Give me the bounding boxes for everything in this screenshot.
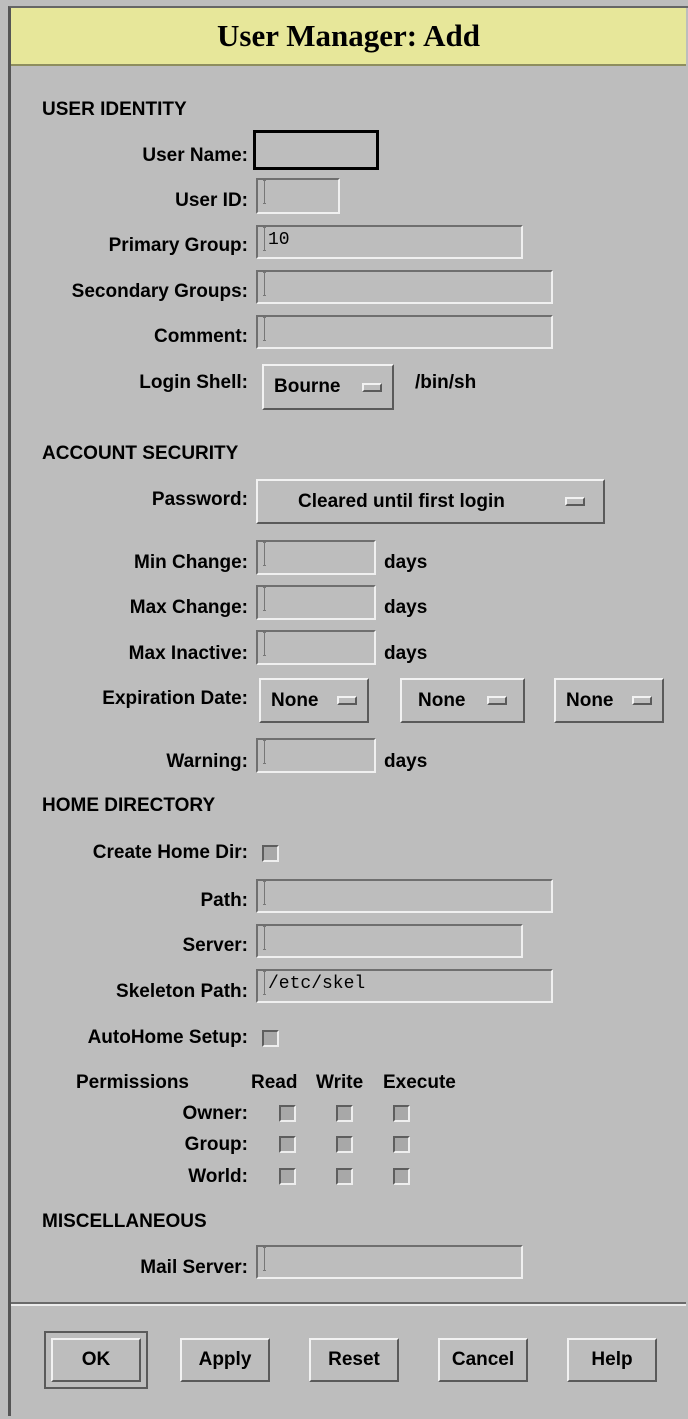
owner-read-checkbox[interactable] bbox=[279, 1105, 296, 1122]
comment-label: Comment: bbox=[154, 326, 248, 347]
button-area-separator bbox=[11, 1302, 686, 1306]
option-menu-indicator-icon bbox=[487, 696, 507, 705]
server-input[interactable] bbox=[256, 924, 523, 958]
expiration-year-option: None bbox=[566, 689, 614, 711]
option-menu-indicator-icon bbox=[565, 497, 585, 506]
permissions-header: Permissions bbox=[76, 1072, 189, 1093]
text-cursor-icon bbox=[263, 272, 266, 297]
section-miscellaneous: MISCELLANEOUS bbox=[42, 1211, 207, 1232]
owner-write-checkbox[interactable] bbox=[336, 1105, 353, 1122]
world-execute-checkbox[interactable] bbox=[393, 1168, 410, 1185]
mail-server-input[interactable] bbox=[256, 1245, 523, 1279]
max-change-input[interactable] bbox=[256, 585, 376, 620]
text-cursor-icon bbox=[263, 632, 266, 657]
group-write-checkbox[interactable] bbox=[336, 1136, 353, 1153]
permissions-row-group: Group: bbox=[184, 1134, 248, 1155]
text-cursor-icon bbox=[263, 881, 266, 906]
cancel-button[interactable]: Cancel bbox=[438, 1338, 528, 1382]
section-account-security: ACCOUNT SECURITY bbox=[42, 443, 239, 464]
primary-group-input[interactable]: 10 bbox=[256, 225, 523, 259]
group-execute-checkbox[interactable] bbox=[393, 1136, 410, 1153]
user-name-label: User Name: bbox=[142, 145, 248, 166]
secondary-groups-input[interactable] bbox=[256, 270, 553, 304]
text-cursor-icon bbox=[263, 317, 266, 342]
skeleton-path-value: /etc/skel bbox=[268, 974, 366, 994]
password-menu[interactable]: Cleared until first login bbox=[256, 479, 605, 524]
path-input[interactable] bbox=[256, 879, 553, 913]
mail-server-label: Mail Server: bbox=[140, 1257, 248, 1278]
window-title: User Manager: Add bbox=[11, 8, 686, 66]
warning-input[interactable] bbox=[256, 738, 376, 773]
min-change-label: Min Change: bbox=[134, 552, 248, 573]
max-inactive-unit: days bbox=[384, 643, 428, 664]
max-inactive-input[interactable] bbox=[256, 630, 376, 665]
reset-button[interactable]: Reset bbox=[309, 1338, 399, 1382]
password-label: Password: bbox=[151, 489, 248, 510]
skeleton-path-input[interactable]: /etc/skel bbox=[256, 969, 553, 1003]
apply-button[interactable]: Apply bbox=[180, 1338, 270, 1382]
expiration-year-menu[interactable]: None bbox=[554, 678, 664, 723]
section-user-identity: USER IDENTITY bbox=[42, 99, 187, 120]
text-cursor-icon bbox=[263, 227, 266, 252]
world-read-checkbox[interactable] bbox=[279, 1168, 296, 1185]
max-change-unit: days bbox=[384, 597, 428, 618]
permissions-col-execute: Execute bbox=[383, 1072, 456, 1093]
permissions-row-owner: Owner: bbox=[182, 1103, 248, 1124]
login-shell-option: Bourne bbox=[274, 376, 341, 397]
server-label: Server: bbox=[182, 935, 249, 956]
password-option: Cleared until first login bbox=[298, 490, 505, 512]
login-shell-label: Login Shell: bbox=[139, 372, 248, 393]
permissions-col-read: Read bbox=[251, 1072, 298, 1093]
login-shell-path: /bin/sh bbox=[415, 372, 477, 393]
autohome-setup-checkbox[interactable] bbox=[262, 1030, 279, 1047]
section-home-directory: HOME DIRECTORY bbox=[42, 795, 216, 816]
text-cursor-icon bbox=[263, 740, 266, 765]
text-cursor-icon bbox=[263, 926, 266, 951]
autohome-setup-label: AutoHome Setup: bbox=[87, 1027, 248, 1048]
option-menu-indicator-icon bbox=[337, 696, 357, 705]
text-cursor-icon bbox=[263, 542, 266, 567]
user-name-input[interactable] bbox=[251, 128, 381, 172]
expiration-month-option: None bbox=[418, 689, 466, 711]
expiration-date-label: Expiration Date: bbox=[102, 688, 248, 709]
text-cursor-icon bbox=[263, 1247, 266, 1272]
text-cursor-icon bbox=[263, 971, 266, 996]
secondary-groups-label: Secondary Groups: bbox=[71, 281, 248, 302]
comment-input[interactable] bbox=[256, 315, 553, 349]
text-cursor-icon bbox=[263, 180, 266, 205]
ok-button[interactable]: OK bbox=[51, 1338, 141, 1382]
expiration-month-menu[interactable]: None bbox=[400, 678, 525, 723]
expiration-day-menu[interactable]: None bbox=[259, 678, 369, 723]
path-label: Path: bbox=[200, 890, 249, 911]
user-id-input[interactable] bbox=[256, 178, 340, 214]
max-inactive-label: Max Inactive: bbox=[128, 643, 248, 664]
permissions-row-world: World: bbox=[188, 1166, 248, 1187]
option-menu-indicator-icon bbox=[362, 382, 382, 392]
min-change-input[interactable] bbox=[256, 540, 376, 575]
owner-execute-checkbox[interactable] bbox=[393, 1105, 410, 1122]
primary-group-label: Primary Group: bbox=[108, 235, 248, 256]
world-write-checkbox[interactable] bbox=[336, 1168, 353, 1185]
warning-unit: days bbox=[384, 751, 428, 772]
create-home-dir-checkbox[interactable] bbox=[262, 845, 279, 862]
permissions-col-write: Write bbox=[316, 1072, 364, 1093]
help-button[interactable]: Help bbox=[567, 1338, 657, 1382]
primary-group-value: 10 bbox=[268, 230, 290, 250]
group-read-checkbox[interactable] bbox=[279, 1136, 296, 1153]
warning-label: Warning: bbox=[166, 751, 248, 772]
create-home-dir-label: Create Home Dir: bbox=[92, 842, 248, 863]
user-id-label: User ID: bbox=[175, 190, 248, 211]
option-menu-indicator-icon bbox=[632, 696, 652, 705]
min-change-unit: days bbox=[384, 552, 428, 573]
text-cursor-icon bbox=[263, 587, 266, 612]
login-shell-menu[interactable]: Bourne bbox=[262, 364, 394, 410]
expiration-day-option: None bbox=[271, 689, 319, 711]
skeleton-path-label: Skeleton Path: bbox=[116, 981, 248, 1002]
max-change-label: Max Change: bbox=[129, 597, 248, 618]
